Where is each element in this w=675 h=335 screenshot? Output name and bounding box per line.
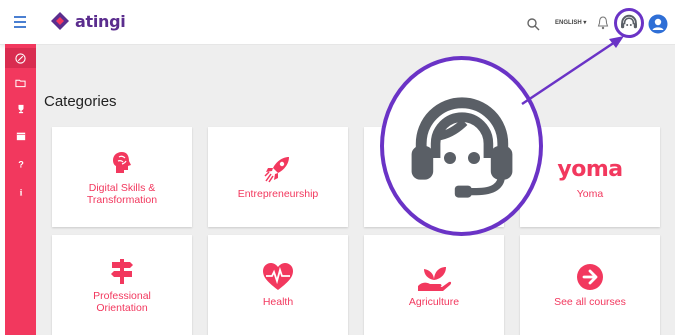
brain-icon (113, 152, 131, 173)
svg-text:?: ? (18, 159, 24, 169)
sidebar-item-explore[interactable] (5, 48, 36, 68)
calendar-icon (16, 132, 25, 141)
search-icon[interactable] (526, 17, 540, 31)
top-bar: atingi ENGLISH ▾ (0, 0, 675, 45)
folder-icon (15, 79, 26, 88)
headset-icon (411, 97, 512, 198)
trophy-icon (18, 104, 23, 114)
rocket-icon (264, 157, 289, 183)
logo-text: atingi (75, 11, 126, 31)
main-content: Categories Digital Skills & Transformati… (36, 45, 675, 335)
category-label: Entrepreneurship (237, 188, 319, 200)
sidebar-item-info[interactable]: i (5, 182, 36, 202)
category-label: Digital Skills & Transformation (86, 182, 158, 206)
support-button[interactable] (614, 8, 644, 38)
yoma-logo: yoma (557, 156, 623, 182)
help-icon: ? (18, 159, 24, 169)
menu-icon[interactable] (14, 16, 26, 28)
sidebar: ? i (5, 44, 36, 335)
account-icon[interactable] (648, 14, 668, 34)
info-icon: i (19, 187, 22, 197)
category-card-agriculture[interactable]: Agriculture (364, 235, 504, 335)
sidebar-item-calendar[interactable] (5, 126, 36, 146)
category-card-professional-orientation[interactable]: Professional Orientation (52, 235, 192, 335)
sidebar-item-courses[interactable] (5, 73, 36, 93)
category-card-digital-skills[interactable]: Digital Skills & Transformation (52, 127, 192, 227)
compass-icon (15, 52, 26, 64)
svg-text:i: i (19, 187, 22, 197)
category-label: Yoma (576, 188, 604, 200)
category-card-health[interactable]: Health (208, 235, 348, 335)
heart-pulse-icon (263, 263, 293, 290)
support-icon-magnified-callout (380, 56, 543, 236)
category-label: See all courses (554, 296, 626, 308)
see-all-courses-card[interactable]: See all courses (520, 235, 660, 335)
category-card-entrepreneurship[interactable]: Entrepreneurship (208, 127, 348, 227)
category-label: Health (262, 296, 294, 308)
plant-hand-icon (418, 267, 452, 291)
headset-icon (621, 14, 637, 29)
logo-mark-icon (51, 12, 69, 30)
logo[interactable]: atingi (50, 11, 126, 31)
arrow-right-circle-icon (577, 264, 603, 290)
signpost-icon (111, 259, 133, 284)
sidebar-item-help[interactable]: ? (5, 154, 36, 174)
category-label: Agriculture (408, 296, 460, 308)
sidebar-item-achievements[interactable] (5, 99, 36, 119)
language-selector[interactable]: ENGLISH ▾ (555, 19, 586, 26)
page-title: Categories (44, 93, 117, 110)
bell-icon[interactable] (597, 16, 609, 30)
category-label: Professional Orientation (93, 290, 151, 314)
